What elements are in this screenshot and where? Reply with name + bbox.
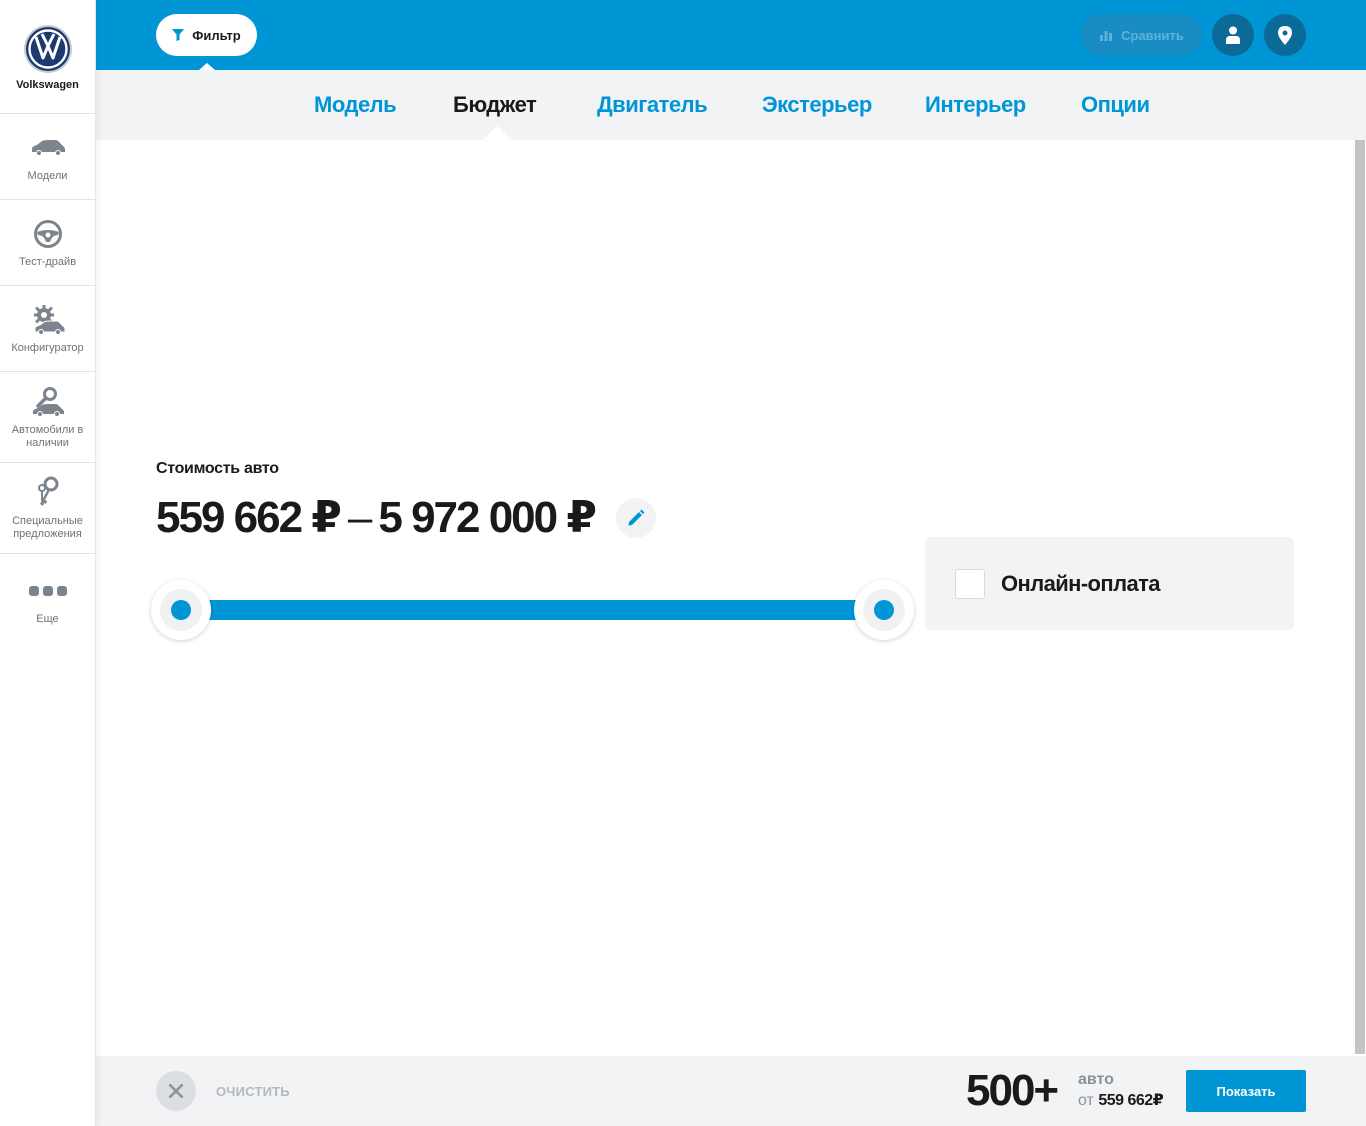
filter-icon	[172, 29, 185, 41]
close-icon	[169, 1084, 183, 1098]
account-button[interactable]	[1212, 14, 1254, 56]
show-results-button[interactable]: Показать	[1186, 1070, 1306, 1112]
sidebar-item-in-stock[interactable]: Автомобили в наличии	[0, 372, 95, 463]
tab-interior[interactable]: Интерьер	[925, 92, 1026, 118]
sidebar-item-label: Конфигуратор	[11, 342, 84, 354]
compare-label: Сравнить	[1121, 27, 1184, 43]
vw-logo-icon	[23, 25, 72, 73]
results-unit: авто	[1078, 1071, 1114, 1088]
sidebar-item-test-drive[interactable]: Тест-драйв	[0, 200, 95, 286]
online-payment-checkbox[interactable]	[955, 568, 985, 599]
brand-block[interactable]: Volkswagen	[0, 0, 95, 114]
sidebar: Volkswagen Модели Тест-драйв Конфигурато…	[0, 0, 96, 1126]
sidebar-item-label: Автомобили в наличии	[11, 424, 84, 449]
results-count: 500+	[966, 1066, 1059, 1115]
brand-name: Volkswagen	[16, 79, 79, 91]
sidebar-item-more[interactable]: Еще	[0, 554, 95, 644]
price-slider-min-handle[interactable]	[151, 580, 211, 640]
sidebar-item-label: Специальные предложения	[12, 515, 83, 540]
pencil-icon	[628, 509, 645, 526]
active-tab-pointer	[483, 126, 511, 140]
sidebar-item-label: Модели	[27, 170, 68, 182]
tab-options[interactable]: Опции	[1081, 92, 1150, 118]
tab-model[interactable]: Модель	[314, 92, 397, 118]
user-icon	[1226, 26, 1240, 44]
more-dots-icon	[28, 573, 68, 609]
tab-exterior[interactable]: Экстерьер	[762, 92, 872, 118]
from-prefix: от	[1078, 1092, 1094, 1109]
steering-wheel-icon	[28, 216, 68, 252]
filter-tabs: Модель Бюджет Двигатель Экстерьер Интерь…	[96, 70, 1366, 140]
tab-engine[interactable]: Двигатель	[597, 92, 708, 118]
sidebar-item-configurator[interactable]: Конфигуратор	[0, 286, 95, 372]
sidebar-item-label: Тест-драйв	[18, 256, 77, 268]
budget-title: Стоимость авто	[156, 460, 279, 477]
location-button[interactable]	[1264, 14, 1306, 56]
from-price: 559 662₽	[1098, 1092, 1164, 1109]
map-pin-icon	[1278, 25, 1292, 45]
top-bar: Фильтр Сравнить	[96, 0, 1366, 70]
clear-button[interactable]	[156, 1071, 196, 1111]
slider-handle-ring	[160, 589, 202, 631]
filter-button[interactable]: Фильтр	[156, 14, 257, 70]
sidebar-item-special-offers[interactable]: Специальные предложения	[0, 463, 95, 554]
online-payment-option[interactable]: Онлайн-оплата	[925, 537, 1294, 630]
car-search-icon	[28, 384, 68, 420]
car-icon	[28, 130, 68, 166]
online-payment-label: Онлайн-оплата	[1001, 570, 1161, 596]
price-slider-max-handle[interactable]	[854, 580, 914, 640]
sidebar-item-label: Еще	[36, 612, 59, 625]
slider-handle-dot	[874, 600, 894, 620]
range-separator: –	[347, 493, 373, 542]
scrollbar-thumb[interactable]	[1355, 140, 1365, 1054]
scrollbar[interactable]	[1354, 140, 1366, 1056]
keys-icon	[28, 475, 68, 511]
tab-budget[interactable]: Бюджет	[453, 92, 537, 118]
min-price: 559 662 ₽	[156, 493, 342, 542]
bar-chart-icon	[1100, 31, 1113, 41]
bottom-bar: ОЧИСТИТЬ 500+ авто от 559 662₽ Показать	[96, 1056, 1366, 1126]
sidebar-item-models[interactable]: Модели	[0, 114, 95, 200]
max-price: 5 972 000 ₽	[378, 493, 597, 542]
results-from-price: от 559 662₽	[1078, 1090, 1164, 1110]
price-slider-track[interactable]	[181, 600, 884, 620]
edit-price-button[interactable]	[616, 498, 656, 538]
clear-label[interactable]: ОЧИСТИТЬ	[216, 1084, 290, 1099]
filter-label: Фильтр	[192, 27, 241, 43]
slider-handle-dot	[171, 600, 191, 620]
price-range: 559 662 ₽ –5 972 000 ₽	[156, 492, 597, 543]
configurator-gear-car-icon	[28, 302, 68, 338]
slider-handle-ring	[863, 589, 905, 631]
compare-button[interactable]: Сравнить	[1081, 14, 1202, 56]
